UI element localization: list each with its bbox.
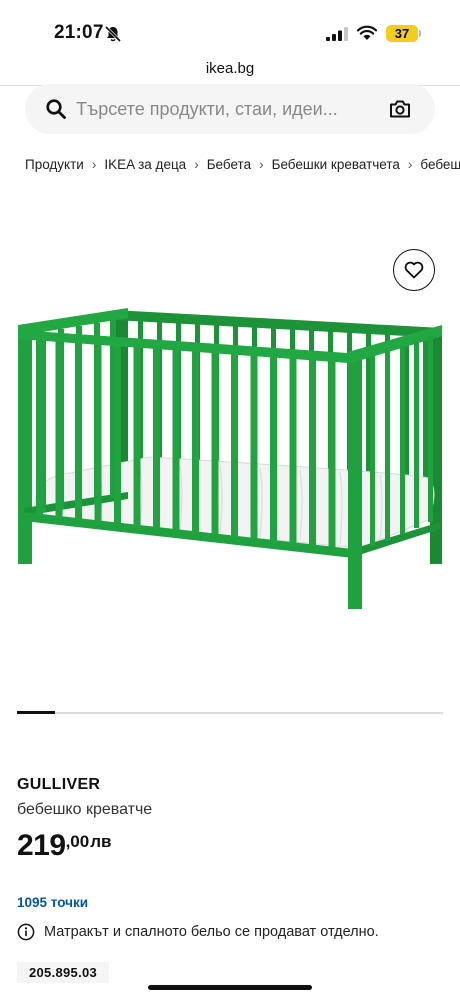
url-bar[interactable]: ikea.bg bbox=[0, 60, 460, 86]
crib-slat bbox=[36, 338, 43, 517]
search-icon bbox=[46, 99, 66, 119]
breadcrumb-item-current[interactable]: бебешко креватче bbox=[420, 157, 460, 172]
crib-slat bbox=[55, 339, 63, 519]
crib-slat bbox=[133, 345, 141, 528]
crib-slat bbox=[192, 349, 199, 534]
chevron-right-icon: › bbox=[407, 157, 413, 172]
carousel-track bbox=[17, 712, 443, 714]
battery-tip bbox=[419, 30, 421, 37]
product-image[interactable] bbox=[0, 240, 460, 680]
article-number: 205.895.03 bbox=[17, 962, 110, 983]
favorite-button[interactable] bbox=[393, 249, 435, 291]
crib-slat bbox=[309, 357, 316, 547]
breadcrumb-item-ikea-kids[interactable]: IKEA за деца bbox=[104, 157, 186, 172]
camera-icon[interactable] bbox=[389, 98, 411, 120]
info-notice: Матракът и спалното бельо се продават от… bbox=[17, 923, 447, 941]
crib-slat bbox=[423, 332, 428, 493]
product-price: 219 ,00 лв bbox=[17, 828, 111, 864]
breadcrumb-item-cribs[interactable]: Бебешки креватчета bbox=[272, 157, 400, 172]
signal-icon bbox=[326, 27, 348, 41]
price-cents: ,00 bbox=[65, 832, 90, 851]
crib-slat bbox=[270, 354, 277, 543]
chevron-right-icon: › bbox=[259, 157, 264, 172]
crib-slat bbox=[231, 351, 238, 539]
crib-slat bbox=[94, 342, 102, 523]
heart-icon bbox=[404, 261, 424, 279]
crib-slat bbox=[328, 358, 336, 550]
crib-slat bbox=[250, 353, 258, 541]
url-text: ikea.bg bbox=[205, 60, 255, 77]
breadcrumb: Продукти › IKEA за деца › Бебета › Бебешки кре… bbox=[25, 157, 460, 177]
chevron-right-icon: › bbox=[91, 157, 97, 172]
crib-slat bbox=[114, 343, 121, 526]
info-text: Матракът и спалното бельо се продават от… bbox=[44, 924, 379, 940]
crib-illustration bbox=[18, 308, 442, 609]
home-indicator bbox=[148, 985, 312, 990]
product-description: бебешко креватче bbox=[17, 801, 153, 818]
status-bar: 21:07 37 bbox=[0, 0, 460, 60]
crib-slat bbox=[289, 356, 297, 545]
battery-indicator: 37 bbox=[386, 25, 418, 42]
crib-slat bbox=[153, 346, 160, 530]
status-time: 21:07 bbox=[54, 22, 104, 43]
chevron-right-icon: › bbox=[194, 157, 199, 172]
wifi-icon bbox=[357, 25, 377, 40]
breadcrumb-item-babies[interactable]: Бебета bbox=[207, 157, 251, 172]
crib-slat bbox=[75, 340, 82, 521]
info-icon bbox=[17, 923, 35, 941]
carousel-indicator[interactable] bbox=[17, 711, 55, 714]
crib-slat bbox=[172, 347, 180, 532]
breadcrumb-item-products[interactable]: Продукти bbox=[25, 157, 84, 172]
search-input[interactable] bbox=[76, 84, 376, 134]
product-name: GULLIVER bbox=[17, 776, 101, 793]
price-integer: 219 bbox=[17, 829, 66, 862]
crib-slat bbox=[211, 350, 219, 536]
price-currency: лв bbox=[90, 832, 112, 851]
bell-slash-icon bbox=[104, 25, 122, 43]
search-bar[interactable] bbox=[25, 84, 435, 134]
family-points-link[interactable]: 1095 точки bbox=[17, 895, 88, 910]
